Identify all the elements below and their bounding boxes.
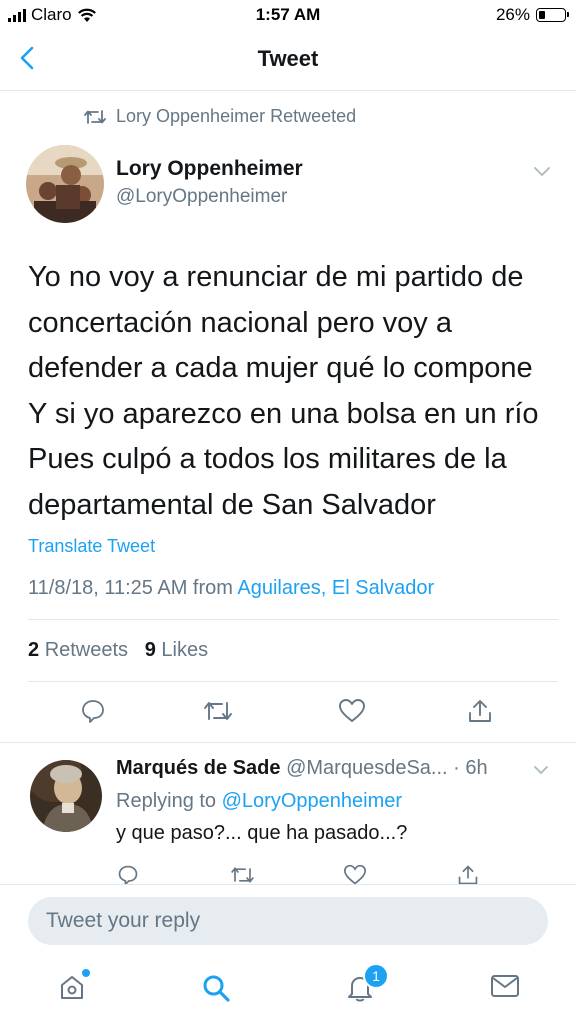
reply-icon [82,700,104,723]
share-icon [458,865,478,884]
like-button[interactable] [338,698,366,724]
retweeted-banner: Lory Oppenheimer Retweeted [84,106,356,127]
author-avatar[interactable] [26,145,104,223]
tweet-location-link[interactable]: Aguilares, El Salvador [237,577,434,599]
tweet-line: defender a cada mujer qué lo compone [28,352,533,384]
page-title: Tweet [257,46,319,71]
replying-to-label: Replying to [116,790,217,812]
retweets-label: Retweets [44,639,129,661]
avatar-photo [30,760,102,832]
retweet-icon [204,702,232,720]
tweet-stats: 2 Retweets 9 Likes [28,639,208,662]
retweet-icon [84,109,106,124]
share-button[interactable] [467,698,493,724]
tweet-line: Y si yo aparezco en una bolsa en un río [28,397,539,430]
bottom-area: Tweet your reply 1 [0,884,576,1025]
reply-actions [0,862,576,884]
reply-input[interactable]: Tweet your reply [28,897,548,945]
tweet-line: concertación nacional pero voy a [28,306,452,339]
likes-stat[interactable]: 9 Likes [145,639,208,661]
translate-tweet-link[interactable]: Translate Tweet [28,536,155,557]
tab-search[interactable] [201,973,231,1003]
reply-like-button[interactable] [343,864,367,884]
likes-label: Likes [161,639,209,661]
new-content-dot [82,969,90,977]
tab-messages[interactable] [490,973,520,999]
divider [28,619,558,620]
heart-icon [343,864,367,884]
battery-icon [536,8,569,22]
like-count: 9 [144,639,156,661]
tweet-text: Yo no voy a renunciar de mi partido de c… [28,255,558,528]
reply-icon [118,865,138,884]
reply-header: Marqués de Sade @MarquesdeSa... · 6h [116,757,488,780]
retweets-stat[interactable]: 2 Retweets [28,639,128,661]
reply-share-button[interactable] [457,864,479,884]
battery-percent: 26% [495,5,530,24]
reply-author-avatar[interactable] [30,760,102,832]
tab-home[interactable] [58,969,90,1001]
replying-to-mention[interactable]: @LoryOppenheimer [222,790,402,812]
retweet-icon [231,866,254,884]
reply-options-button[interactable] [533,765,549,775]
tab-bar: 1 [0,963,576,1021]
chevron-down-icon [534,167,550,177]
tweet-line: departamental de San Salvador [28,488,436,521]
status-time: 1:57 AM [255,5,321,24]
tweet-options-button[interactable] [533,166,551,177]
home-icon [61,976,83,999]
share-icon [469,700,491,722]
tweet-line: Yo no voy a renunciar de mi partido de [28,261,524,293]
retweet-count: 2 [28,639,40,661]
divider [28,681,558,682]
reply-retweet-button[interactable] [230,864,255,884]
retweeted-label: Lory Oppenheimer Retweeted [116,106,357,126]
tweet-actions [0,690,576,734]
tweet-meta: 11/8/18, 11:25 AM from Aguilares, El Sal… [28,577,434,600]
mail-icon [491,975,519,997]
author-name[interactable]: Lory Oppenheimer [116,157,303,181]
status-right: 26% [495,5,569,25]
reply-text: y que paso?... que ha pasado...? [116,822,408,844]
reply-reply-button[interactable] [117,864,139,884]
status-bar: Claro 1:57 AM 26% [0,0,576,32]
reply-button[interactable] [80,698,106,724]
nav-bar: Tweet [0,32,576,91]
notifications-badge: 1 [363,963,389,989]
reply-author-handle[interactable]: @MarquesdeSa... · 6h [286,757,488,779]
battery-fill [539,11,545,19]
retweet-button[interactable] [203,698,233,724]
tweet-line: Pues culpó a todos los militares de la [28,443,507,475]
tab-notifications[interactable]: 1 [346,963,389,1003]
tweet-timestamp: 11/8/18, 11:25 AM from [28,577,233,599]
chevron-down-icon [534,766,548,775]
search-icon [203,975,230,1002]
replying-to: Replying to @LoryOppenheimer [116,790,402,813]
author-handle[interactable]: @LoryOppenheimer [116,186,287,208]
heart-icon [339,699,365,722]
avatar-photo [26,145,104,223]
reply-author-name[interactable]: Marqués de Sade [116,757,281,779]
divider [0,742,576,743]
